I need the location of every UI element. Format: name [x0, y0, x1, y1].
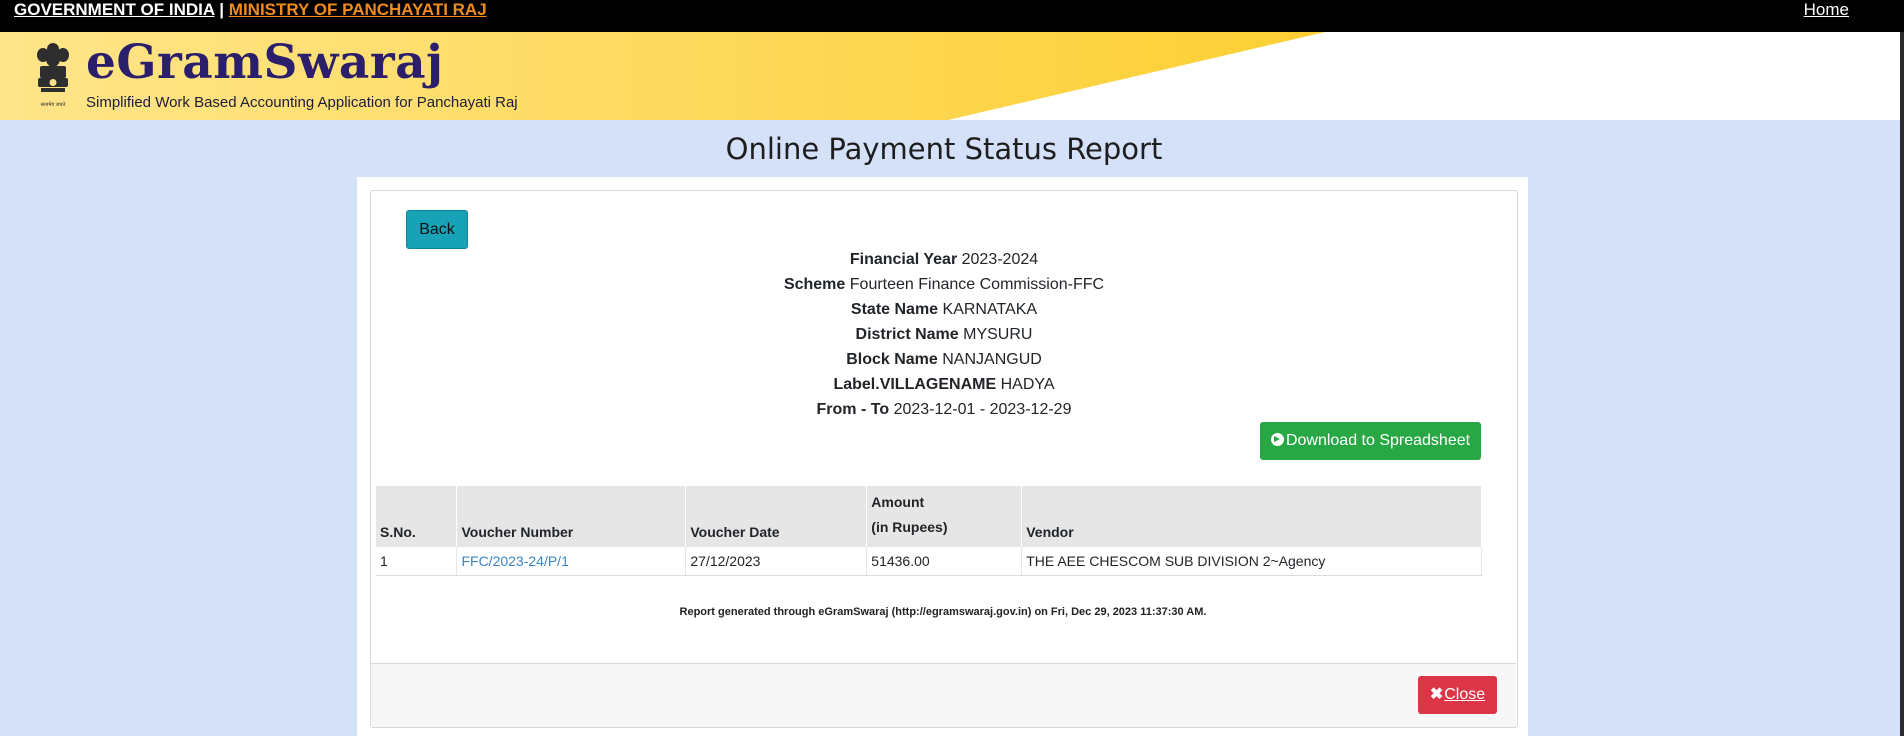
info-value: 2023-12-01 - 2023-12-29 [893, 401, 1072, 418]
cell-voucher-date: 27/12/2023 [685, 547, 868, 576]
col-sno: S.No. [376, 486, 458, 547]
col-voucher-number: Voucher Number [456, 486, 687, 547]
info-label: Financial Year [849, 251, 958, 268]
arrow-circle-right-icon [1270, 433, 1284, 446]
window-edge [1900, 32, 1904, 736]
info-district-name: District Name MYSURU [0, 324, 1888, 349]
home-link[interactable]: Home [1804, 0, 1849, 19]
info-value: Fourteen Finance Commission-FFC [849, 276, 1105, 293]
back-button[interactable]: Back [406, 210, 468, 249]
emblem-caption: सत्यमेव जयते [41, 101, 66, 108]
info-value: 2023-2024 [961, 251, 1039, 268]
report-generated-note: Report generated through eGramSwaraj (ht… [679, 606, 1207, 618]
info-state-name: State Name KARNATAKA [0, 299, 1888, 324]
close-label: Close [1444, 686, 1486, 703]
separator: | [219, 0, 225, 19]
info-value: KARNATAKA [942, 301, 1038, 318]
download-label: Download to Spreadsheet [1285, 432, 1471, 449]
table-row: 1 FFC/2023-24/P/1 27/12/2023 51436.00 TH… [376, 547, 1482, 576]
close-button[interactable]: ✖Close [1418, 676, 1497, 714]
report-info: Financial Year 2023-2024 Scheme Fourteen… [0, 249, 1888, 424]
info-label: Label.VILLAGENAME [833, 376, 997, 393]
national-emblem-icon: सत्यमेव जयते [37, 43, 69, 108]
amount-header-line2: (in Rupees) [871, 519, 948, 535]
download-spreadsheet-button[interactable]: Download to Spreadsheet [1260, 422, 1481, 460]
table-header-row: S.No. Voucher Number Voucher Date Amount… [376, 486, 1482, 547]
ministry-link[interactable]: MINISTRY OF PANCHAYATI RAJ [229, 0, 487, 19]
info-scheme: Scheme Fourteen Finance Commission-FFC [0, 274, 1888, 299]
payment-table: S.No. Voucher Number Voucher Date Amount… [376, 486, 1482, 576]
cell-voucher-number: FFC/2023-24/P/1 [456, 547, 687, 576]
col-vendor: Vendor [1021, 486, 1482, 547]
info-value: NANJANGUD [942, 351, 1042, 368]
info-village-name: Label.VILLAGENAME HADYA [0, 374, 1888, 399]
cell-vendor: THE AEE CHESCOM SUB DIVISION 2~Agency [1021, 547, 1482, 576]
government-of-india-link[interactable]: GOVERNMENT OF INDIA [14, 0, 215, 19]
voucher-link[interactable]: FFC/2023-24/P/1 [461, 553, 568, 569]
info-date-range: From - To 2023-12-01 - 2023-12-29 [0, 399, 1888, 424]
amount-header-line1: Amount [871, 494, 925, 510]
col-amount: Amount (in Rupees) [866, 486, 1023, 547]
info-label: From - To [816, 401, 890, 418]
info-block-name: Block Name NANJANGUD [0, 349, 1888, 374]
gov-links: GOVERNMENT OF INDIA | MINISTRY OF PANCHA… [14, 0, 487, 19]
page-title: Online Payment Status Report [725, 132, 1163, 166]
brand-title: eGramSwaraj [86, 35, 444, 90]
cell-amount: 51436.00 [866, 547, 1023, 576]
close-icon: ✖ [1429, 686, 1444, 703]
info-label: District Name [855, 326, 959, 343]
col-voucher-date: Voucher Date [685, 486, 868, 547]
cell-sno: 1 [376, 547, 458, 576]
card-footer [371, 663, 1516, 727]
site-header: सत्यमेव जयते eGramSwaraj Simplified Work… [0, 32, 1900, 120]
info-label: Scheme [783, 276, 846, 293]
brand-subtitle: Simplified Work Based Accounting Applica… [86, 94, 518, 111]
info-value: MYSURU [963, 326, 1033, 343]
info-label: Block Name [846, 351, 938, 368]
info-financial-year: Financial Year 2023-2024 [0, 249, 1888, 274]
info-value: HADYA [1000, 376, 1055, 393]
info-label: State Name [850, 301, 939, 318]
top-bar: GOVERNMENT OF INDIA | MINISTRY OF PANCHA… [0, 0, 1904, 32]
